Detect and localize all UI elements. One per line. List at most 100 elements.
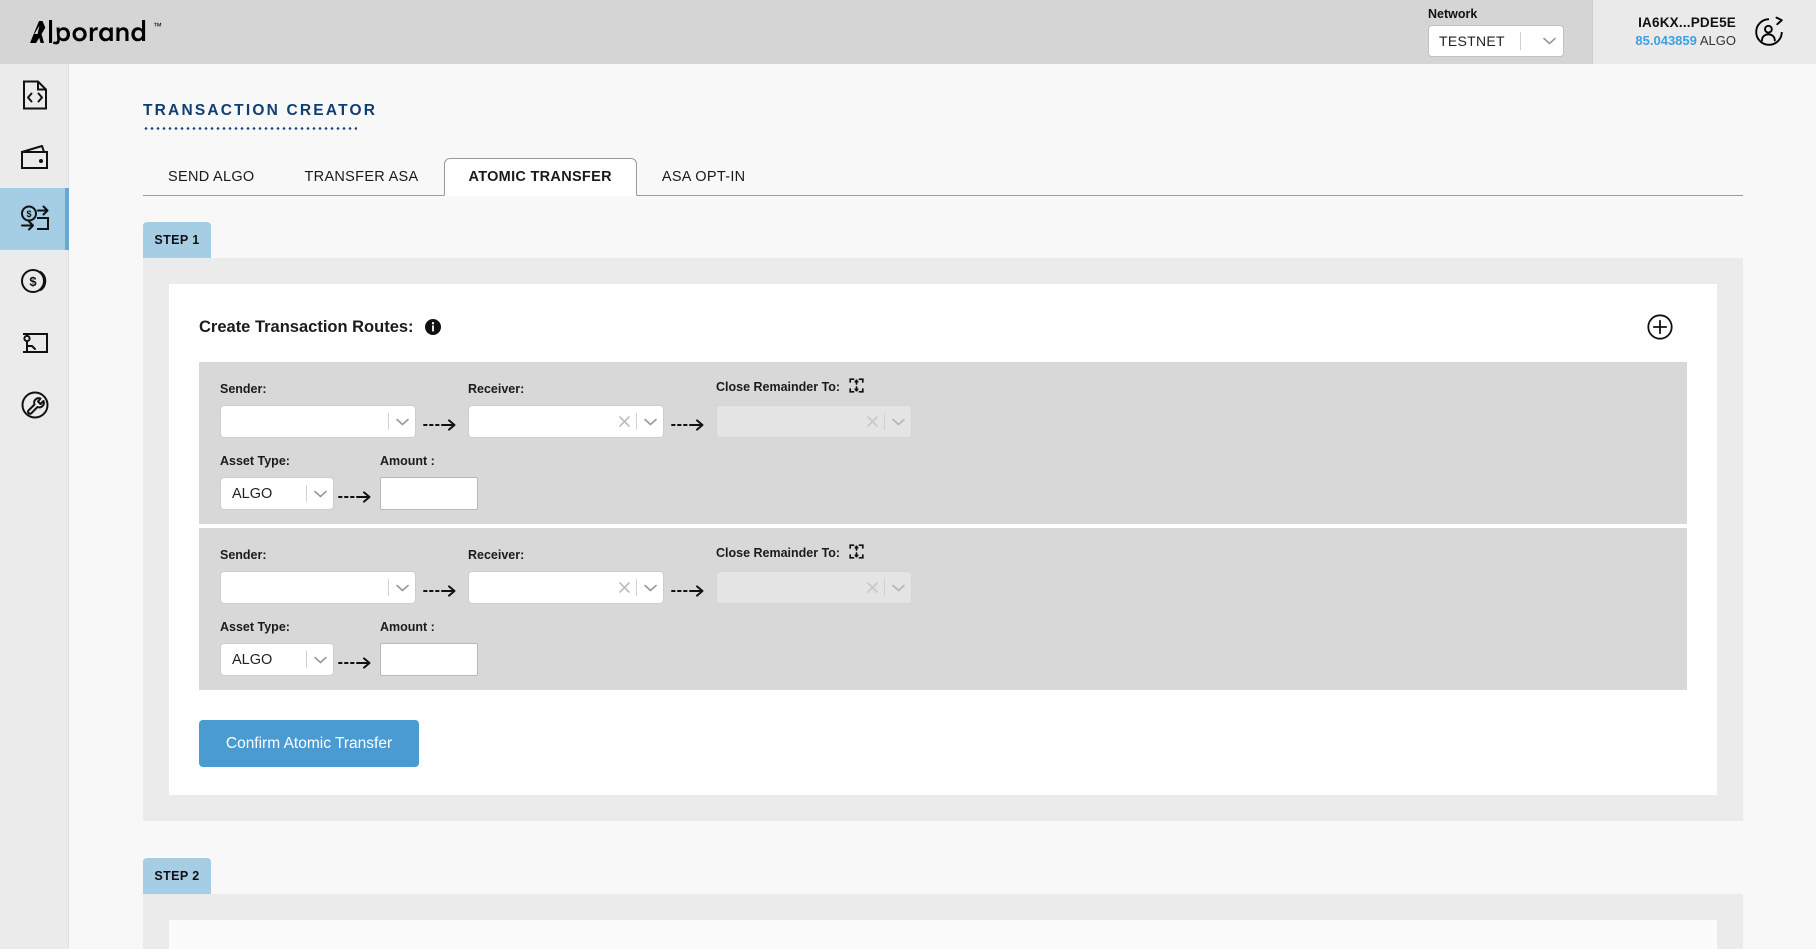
sender-field: Sender: xyxy=(220,382,416,438)
file-code-icon xyxy=(21,80,49,110)
asset-type-select[interactable]: ALGO xyxy=(220,643,334,676)
top-bar: ™ Network TESTNET IA6KX...PDE5E 85.04385… xyxy=(0,0,1816,64)
amount-field: Amount : xyxy=(380,620,478,676)
close-remainder-field: Close Remainder To: xyxy=(716,378,912,438)
chevron-down-icon[interactable] xyxy=(885,418,911,426)
title-underline-dots xyxy=(143,127,357,130)
chevron-down-icon[interactable] xyxy=(389,418,415,426)
sender-select[interactable] xyxy=(220,405,416,438)
transaction-routes-list: Sender: xyxy=(199,362,1687,690)
sender-field: Sender: xyxy=(220,548,416,604)
sender-label: Sender: xyxy=(220,548,416,562)
svg-text:$: $ xyxy=(26,209,31,219)
clear-icon[interactable] xyxy=(612,582,636,593)
asset-type-value: ALGO xyxy=(232,486,306,502)
chevron-down-icon[interactable] xyxy=(389,584,415,592)
chevron-down-icon[interactable] xyxy=(307,656,333,664)
step-2-badge: STEP 2 xyxy=(143,858,211,894)
close-remainder-select[interactable] xyxy=(716,405,912,438)
plus-circle-icon[interactable] xyxy=(1647,314,1673,340)
receiver-field: Receiver: xyxy=(468,548,664,604)
step-1-badge: STEP 1 xyxy=(143,222,211,258)
sidebar-item-transaction-creator[interactable]: $ xyxy=(0,188,69,250)
receiver-label: Receiver: xyxy=(468,548,664,562)
flow-arrow-icon xyxy=(334,656,380,676)
asset-type-field: Asset Type: ALGO xyxy=(220,620,334,676)
chevron-down-icon[interactable] xyxy=(307,490,333,498)
tab-bar: SEND ALGO TRANSFER ASA ATOMIC TRANSFER A… xyxy=(143,157,1743,196)
route-row-addresses: Sender: xyxy=(220,378,1687,438)
step-1-container: Create Transaction Routes: xyxy=(143,258,1743,821)
network-select[interactable]: TESTNET xyxy=(1428,25,1564,57)
transaction-route-row: Sender: xyxy=(199,524,1687,690)
close-remainder-label: Close Remainder To: xyxy=(716,544,912,562)
amount-input[interactable] xyxy=(380,643,478,676)
asset-type-value: ALGO xyxy=(232,652,306,668)
info-circle-icon[interactable] xyxy=(425,319,441,335)
clear-icon[interactable] xyxy=(860,582,884,593)
main-content: TRANSACTION CREATOR SEND ALGO TRANSFER A… xyxy=(69,64,1816,949)
network-selected-value: TESTNET xyxy=(1439,33,1505,49)
amount-field: Amount : xyxy=(380,454,478,510)
receiver-field: Receiver: xyxy=(468,382,664,438)
asset-type-label: Asset Type: xyxy=(220,454,334,468)
transaction-transfer-icon: $ xyxy=(19,204,51,234)
brand-logo-zone: ™ xyxy=(0,0,1422,64)
card-title-group: Create Transaction Routes: xyxy=(199,318,441,337)
asset-type-field: Asset Type: ALGO xyxy=(220,454,334,510)
clear-icon[interactable] xyxy=(612,416,636,427)
receiver-select[interactable] xyxy=(468,405,664,438)
tab-atomic-transfer[interactable]: ATOMIC TRANSFER xyxy=(444,158,637,196)
sidebar: $ $ xyxy=(0,64,69,949)
wrench-circle-icon xyxy=(20,390,50,420)
sender-label: Sender: xyxy=(220,382,416,396)
account-address[interactable]: IA6KX...PDE5E xyxy=(1635,14,1736,32)
sidebar-item-assets[interactable]: $ xyxy=(0,250,69,312)
account-refresh-icon[interactable] xyxy=(1752,15,1786,49)
route-row-asset: Asset Type: ALGO xyxy=(220,454,1687,510)
sidebar-item-contracts[interactable] xyxy=(0,312,69,374)
close-remainder-label-text: Close Remainder To: xyxy=(716,380,840,394)
tab-transfer-asa[interactable]: TRANSFER ASA xyxy=(280,158,444,196)
chevron-down-icon[interactable] xyxy=(885,584,911,592)
chevron-down-icon[interactable] xyxy=(1537,37,1563,45)
sidebar-item-code[interactable] xyxy=(0,64,69,126)
network-label: Network xyxy=(1428,7,1592,21)
account-summary: IA6KX...PDE5E 85.043859ALGO xyxy=(1592,0,1816,64)
sender-select[interactable] xyxy=(220,571,416,604)
close-remainder-field: Close Remainder To: xyxy=(716,544,912,604)
account-balance-row: 85.043859ALGO xyxy=(1635,32,1736,50)
wallet-icon xyxy=(20,144,50,170)
chevron-down-icon[interactable] xyxy=(637,418,663,426)
tab-asa-opt-in[interactable]: ASA OPT-IN xyxy=(637,158,771,196)
sidebar-item-wallet[interactable] xyxy=(0,126,69,188)
create-transaction-routes-card: Create Transaction Routes: xyxy=(169,284,1717,795)
close-remainder-select[interactable] xyxy=(716,571,912,604)
sidebar-item-tools[interactable] xyxy=(0,374,69,436)
svg-text:$: $ xyxy=(29,274,37,289)
toggle-frame-icon[interactable] xyxy=(849,378,864,396)
route-row-asset: Asset Type: ALGO xyxy=(220,620,1687,676)
amount-label: Amount : xyxy=(380,620,478,634)
toggle-frame-icon[interactable] xyxy=(849,544,864,562)
asset-type-select[interactable]: ALGO xyxy=(220,477,334,510)
page-title: TRANSACTION CREATOR xyxy=(143,102,1816,120)
amount-label: Amount : xyxy=(380,454,478,468)
card-title-text: Create Transaction Routes: xyxy=(199,318,414,337)
close-remainder-label-text: Close Remainder To: xyxy=(716,546,840,560)
clear-icon[interactable] xyxy=(860,416,884,427)
algorand-logo[interactable]: ™ xyxy=(28,19,162,45)
select-divider xyxy=(1520,32,1521,50)
flow-arrow-icon xyxy=(664,418,716,438)
chevron-down-icon[interactable] xyxy=(637,584,663,592)
route-row-addresses: Sender: xyxy=(220,544,1687,604)
sign-transactions-card: Sign Transactions: xyxy=(169,920,1717,949)
tab-send-algo[interactable]: SEND ALGO xyxy=(143,158,280,196)
amount-input[interactable] xyxy=(380,477,478,510)
flow-arrow-icon xyxy=(416,418,468,438)
close-remainder-label: Close Remainder To: xyxy=(716,378,912,396)
confirm-atomic-transfer-button[interactable]: Confirm Atomic Transfer xyxy=(199,720,419,767)
receiver-select[interactable] xyxy=(468,571,664,604)
card-header: Create Transaction Routes: xyxy=(199,314,1687,340)
flow-arrow-icon xyxy=(664,584,716,604)
